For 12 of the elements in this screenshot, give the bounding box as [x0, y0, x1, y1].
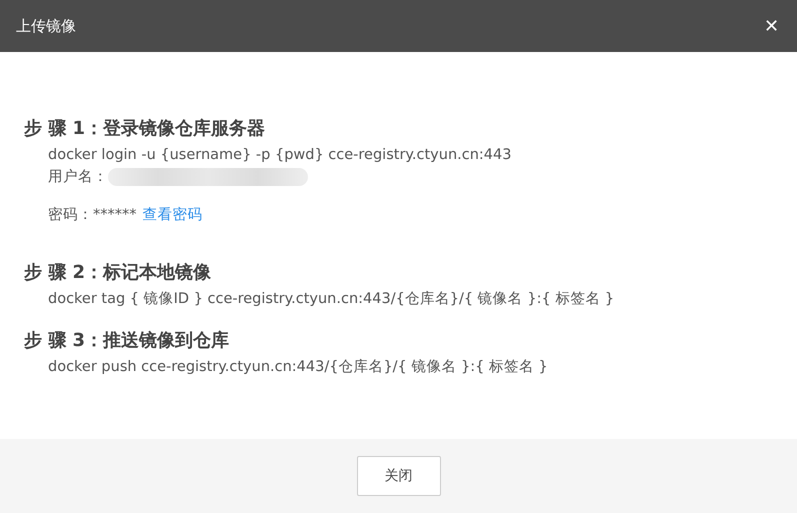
step-title: 步 骤 2：标记本地镜像: [24, 261, 212, 284]
step-title: 步 骤 3：推送镜像到仓库: [24, 329, 230, 352]
step-title: 步 骤 1：登录镜像仓库服务器: [24, 117, 266, 140]
command-text: docker login -u {username} -p {pwd} cce-registry.ctyun.cn:443: [47, 146, 512, 165]
dialog-title: 上传镜像: [16, 16, 76, 36]
close-dialog-button[interactable]: 关闭: [356, 456, 440, 496]
username-label: 用户名：: [48, 168, 108, 187]
close-button[interactable]: ✕: [760, 15, 783, 37]
command-text: docker push cce-registry.ctyun.cn:443/{仓库名}/{ 镜像名 }:{ 标签名 }: [47, 358, 549, 377]
password-label: 密码：: [48, 206, 93, 225]
command-text: docker tag { 镜像ID } cce-registry.ctyun.cn:443/{仓库名}/{ 镜像名 }:{ 标签名 }: [47, 290, 616, 309]
password-mask: ******: [93, 206, 136, 225]
